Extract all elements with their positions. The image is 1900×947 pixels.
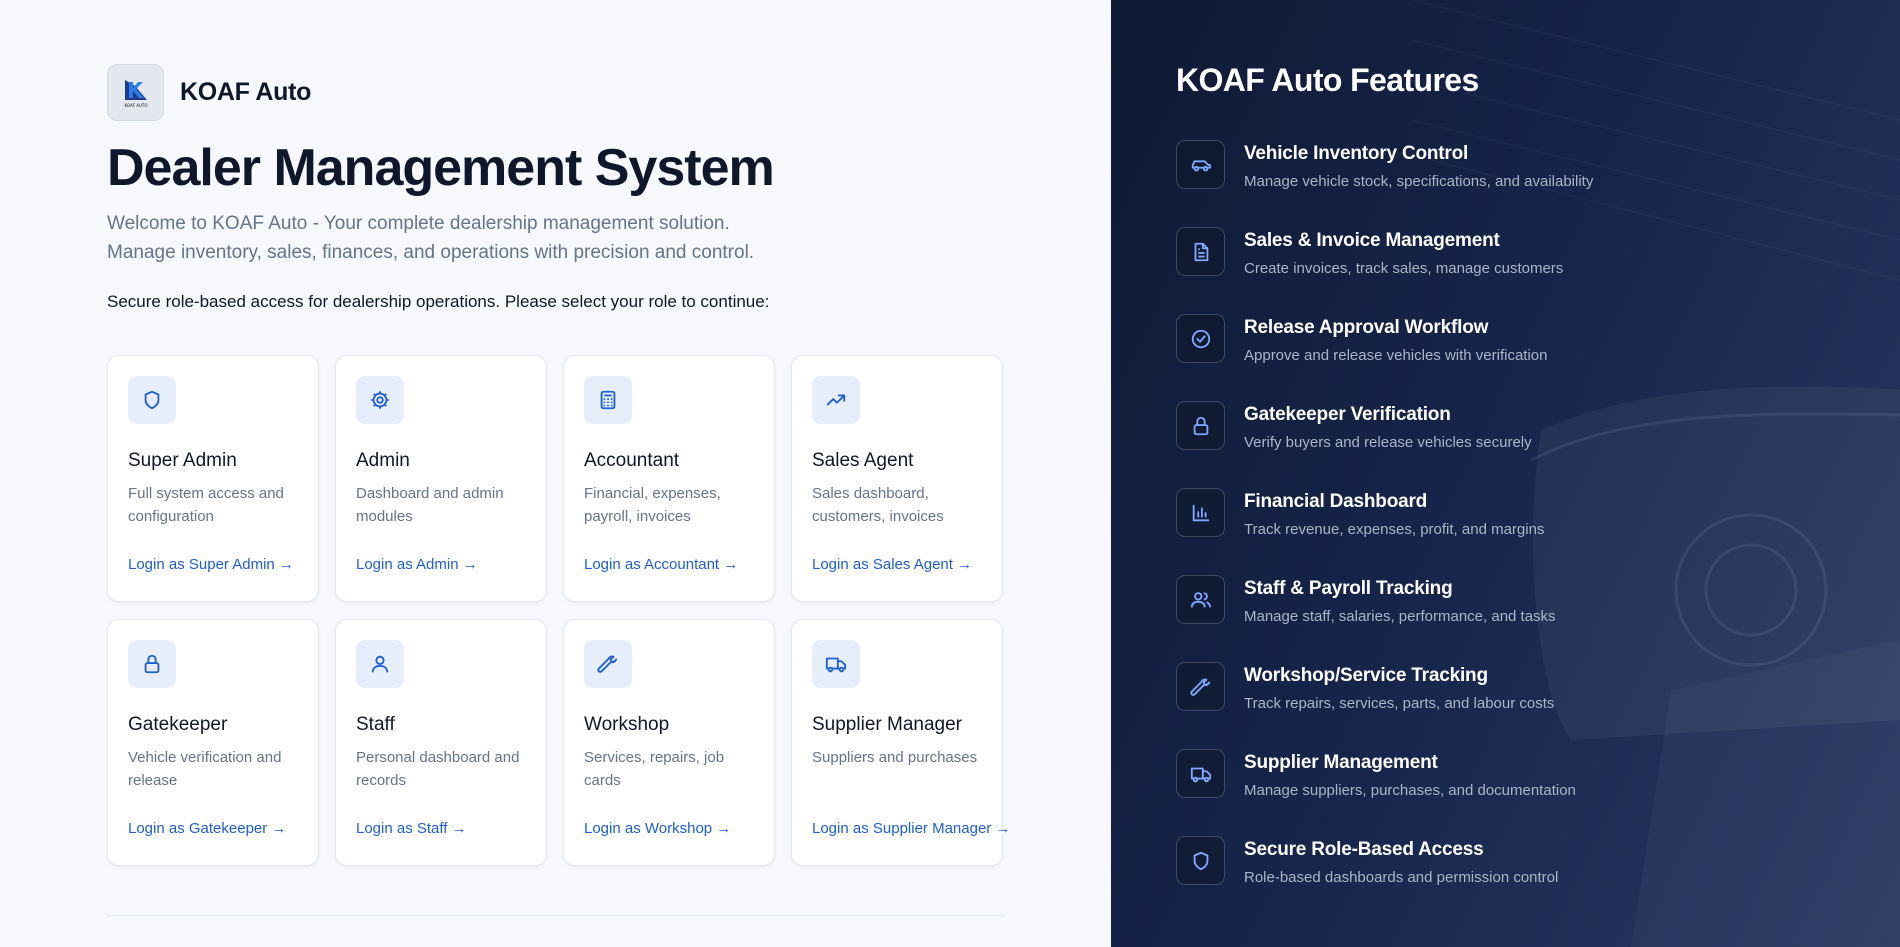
role-title: Sales Agent [812, 450, 914, 471]
role-card-staff[interactable]: Staff Personal dashboard and records Log… [335, 619, 547, 866]
feature-name: Supplier Management [1244, 752, 1438, 773]
feature-description: Create invoices, track sales, manage cus… [1244, 260, 1564, 277]
role-description: Services, repairs, job cards [584, 749, 725, 789]
login-supplier-manager-link[interactable]: Login as Supplier Manager → [812, 820, 1010, 837]
page-title: Dealer Management System [107, 139, 775, 197]
login-staff-link[interactable]: Login as Staff → [356, 820, 467, 837]
role-title: Super Admin [128, 450, 237, 471]
user-icon [356, 640, 404, 688]
brand-name: KOAF Auto [180, 78, 312, 106]
bar-chart-icon [1176, 488, 1225, 537]
feature-description: Role-based dashboards and permission con… [1244, 869, 1559, 886]
feature-item: Staff & Payroll Tracking Manage staff, sa… [1176, 575, 1593, 662]
role-description: Sales dashboard, customers, invoices [812, 485, 944, 525]
feature-item: Secure Role-Based Access Role-based dashb… [1176, 836, 1593, 923]
role-description: Financial, expenses, payroll, invoices [584, 485, 721, 525]
wrench-icon [1176, 662, 1225, 711]
lock-icon [1176, 401, 1225, 450]
feature-description: Track repairs, services, parts, and labo… [1244, 695, 1555, 712]
features-panel: KOAF Auto Features Vehicle Inventory Con… [1111, 0, 1900, 947]
footer-divider [107, 915, 1005, 916]
role-description: Full system access and configuration [128, 485, 284, 525]
feature-name: Secure Role-Based Access [1244, 839, 1484, 860]
features-list: Vehicle Inventory Control Manage vehicle … [1176, 140, 1593, 923]
role-description: Vehicle verification and release [128, 749, 282, 789]
role-card-supplier-manager[interactable]: Supplier Manager Suppliers and purchases… [791, 619, 1010, 866]
check-circle-icon [1176, 314, 1225, 363]
intro-line: Manage inventory, sales, finances, and o… [107, 242, 755, 263]
feature-description: Track revenue, expenses, profit, and mar… [1244, 521, 1545, 538]
login-accountant-link[interactable]: Login as Accountant → [584, 556, 738, 573]
car-icon [1176, 140, 1225, 189]
feature-description: Verify buyers and release vehicles secur… [1244, 434, 1532, 451]
login-workshop-link[interactable]: Login as Workshop → [584, 820, 731, 837]
role-card-workshop[interactable]: Workshop Services, repairs, job cards Lo… [563, 619, 775, 866]
login-gatekeeper-link[interactable]: Login as Gatekeeper → [128, 820, 286, 837]
feature-description: Manage vehicle stock, specifications, an… [1244, 173, 1594, 190]
login-sales-agent-link[interactable]: Login as Sales Agent → [812, 556, 972, 573]
intro-text: Welcome to KOAF Auto - Your complete dea… [107, 209, 827, 267]
role-prompt: Secure role-based access for dealership … [107, 292, 770, 311]
feature-name: Gatekeeper Verification [1244, 404, 1451, 425]
feature-description: Approve and release vehicles with verifi… [1244, 347, 1548, 364]
role-title: Accountant [584, 450, 680, 471]
calculator-icon [584, 376, 632, 424]
role-card-admin[interactable]: Admin Dashboard and admin modules Login … [335, 355, 547, 602]
login-panel: KOAF AUTO KOAF Auto Dealer Management Sy… [0, 0, 1111, 947]
brand: KOAF AUTO KOAF Auto [107, 64, 311, 121]
feature-name: Vehicle Inventory Control [1244, 143, 1469, 164]
feature-description: Manage staff, salaries, performance, and… [1244, 608, 1556, 625]
trending-up-icon [812, 376, 860, 424]
feature-name: Sales & Invoice Management [1244, 230, 1500, 251]
role-title: Workshop [584, 714, 670, 735]
wrench-icon [584, 640, 632, 688]
feature-name: Staff & Payroll Tracking [1244, 578, 1453, 599]
svg-text:KOAF AUTO: KOAF AUTO [124, 103, 147, 108]
feature-item: Release Approval Workflow Approve and rel… [1176, 314, 1593, 401]
role-card-super-admin[interactable]: Super Admin Full system access and confi… [107, 355, 319, 602]
lock-icon [128, 640, 176, 688]
feature-item: Supplier Management Manage suppliers, pur… [1176, 749, 1593, 836]
truck-icon [812, 640, 860, 688]
feature-name: Financial Dashboard [1244, 491, 1428, 512]
role-description: Personal dashboard and records [356, 749, 520, 789]
feature-item: Gatekeeper Verification Verify buyers and… [1176, 401, 1593, 488]
features-title: KOAF Auto Features [1176, 62, 1479, 98]
role-title: Gatekeeper [128, 714, 228, 735]
feature-name: Workshop/Service Tracking [1244, 665, 1488, 686]
role-card-gatekeeper[interactable]: Gatekeeper Vehicle verification and rele… [107, 619, 319, 866]
feature-item: Sales & Invoice Management Create invoice… [1176, 227, 1593, 314]
feature-item: Financial Dashboard Track revenue, expens… [1176, 488, 1593, 575]
role-description: Dashboard and admin modules [356, 485, 504, 525]
document-icon [1176, 227, 1225, 276]
role-card-accountant[interactable]: Accountant Financial, expenses, payroll,… [563, 355, 775, 602]
users-icon [1176, 575, 1225, 624]
role-title: Admin [356, 450, 410, 471]
shield-icon [128, 376, 176, 424]
gear-icon [356, 376, 404, 424]
feature-item: Workshop/Service Tracking Track repairs, … [1176, 662, 1593, 749]
login-super-admin-link[interactable]: Login as Super Admin → [128, 556, 294, 573]
shield-icon [1176, 836, 1225, 885]
role-title: Staff [356, 714, 395, 735]
role-title: Supplier Manager [812, 714, 962, 735]
login-admin-link[interactable]: Login as Admin → [356, 556, 478, 573]
feature-item: Vehicle Inventory Control Manage vehicle … [1176, 140, 1593, 227]
role-card-sales-agent[interactable]: Sales Agent Sales dashboard, customers, … [791, 355, 1003, 602]
feature-name: Release Approval Workflow [1244, 317, 1489, 338]
role-description: Suppliers and purchases [812, 749, 978, 766]
role-cards: Super Admin Full system access and confi… [107, 355, 1010, 866]
intro-line: Welcome to KOAF Auto - Your complete dea… [107, 213, 730, 234]
truck-icon [1176, 749, 1225, 798]
brand-logo: KOAF AUTO [107, 64, 164, 121]
feature-description: Manage suppliers, purchases, and documen… [1244, 782, 1576, 799]
